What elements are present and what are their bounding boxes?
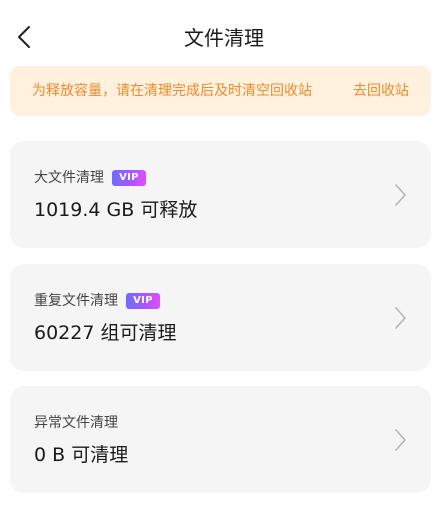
- card-label: 异常文件清理: [34, 415, 118, 431]
- chevron-right-icon: [393, 306, 407, 330]
- card-value: 60227 组可清理: [34, 322, 177, 344]
- card-label: 重复文件清理: [34, 293, 118, 309]
- duplicate-file-cleanup-card[interactable]: 重复文件清理 VIP 60227 组可清理: [10, 264, 431, 371]
- abnormal-file-cleanup-card[interactable]: 异常文件清理 0 B 可清理: [10, 386, 431, 493]
- go-to-recycle-bin-link[interactable]: 去回收站: [353, 81, 409, 101]
- card-label: 大文件清理: [34, 170, 104, 186]
- card-value: 1019.4 GB 可释放: [34, 199, 198, 221]
- large-file-cleanup-card[interactable]: 大文件清理 VIP 1019.4 GB 可释放: [10, 141, 431, 248]
- card-value: 0 B 可清理: [34, 444, 129, 466]
- recycle-bin-notice: 为释放容量，请在清理完成后及时清空回收站 去回收站: [10, 66, 431, 116]
- card-label-row: 大文件清理 VIP: [34, 168, 146, 188]
- notice-text: 为释放容量，请在清理完成后及时清空回收站: [32, 83, 312, 99]
- card-label-row: 重复文件清理 VIP: [34, 291, 160, 311]
- page-title: 文件清理: [184, 26, 264, 50]
- header: 文件清理: [0, 0, 448, 66]
- card-label-row: 异常文件清理: [34, 413, 118, 433]
- vip-badge: VIP: [112, 170, 146, 186]
- chevron-right-icon: [393, 183, 407, 207]
- chevron-right-icon: [393, 428, 407, 452]
- vip-badge: VIP: [126, 293, 160, 309]
